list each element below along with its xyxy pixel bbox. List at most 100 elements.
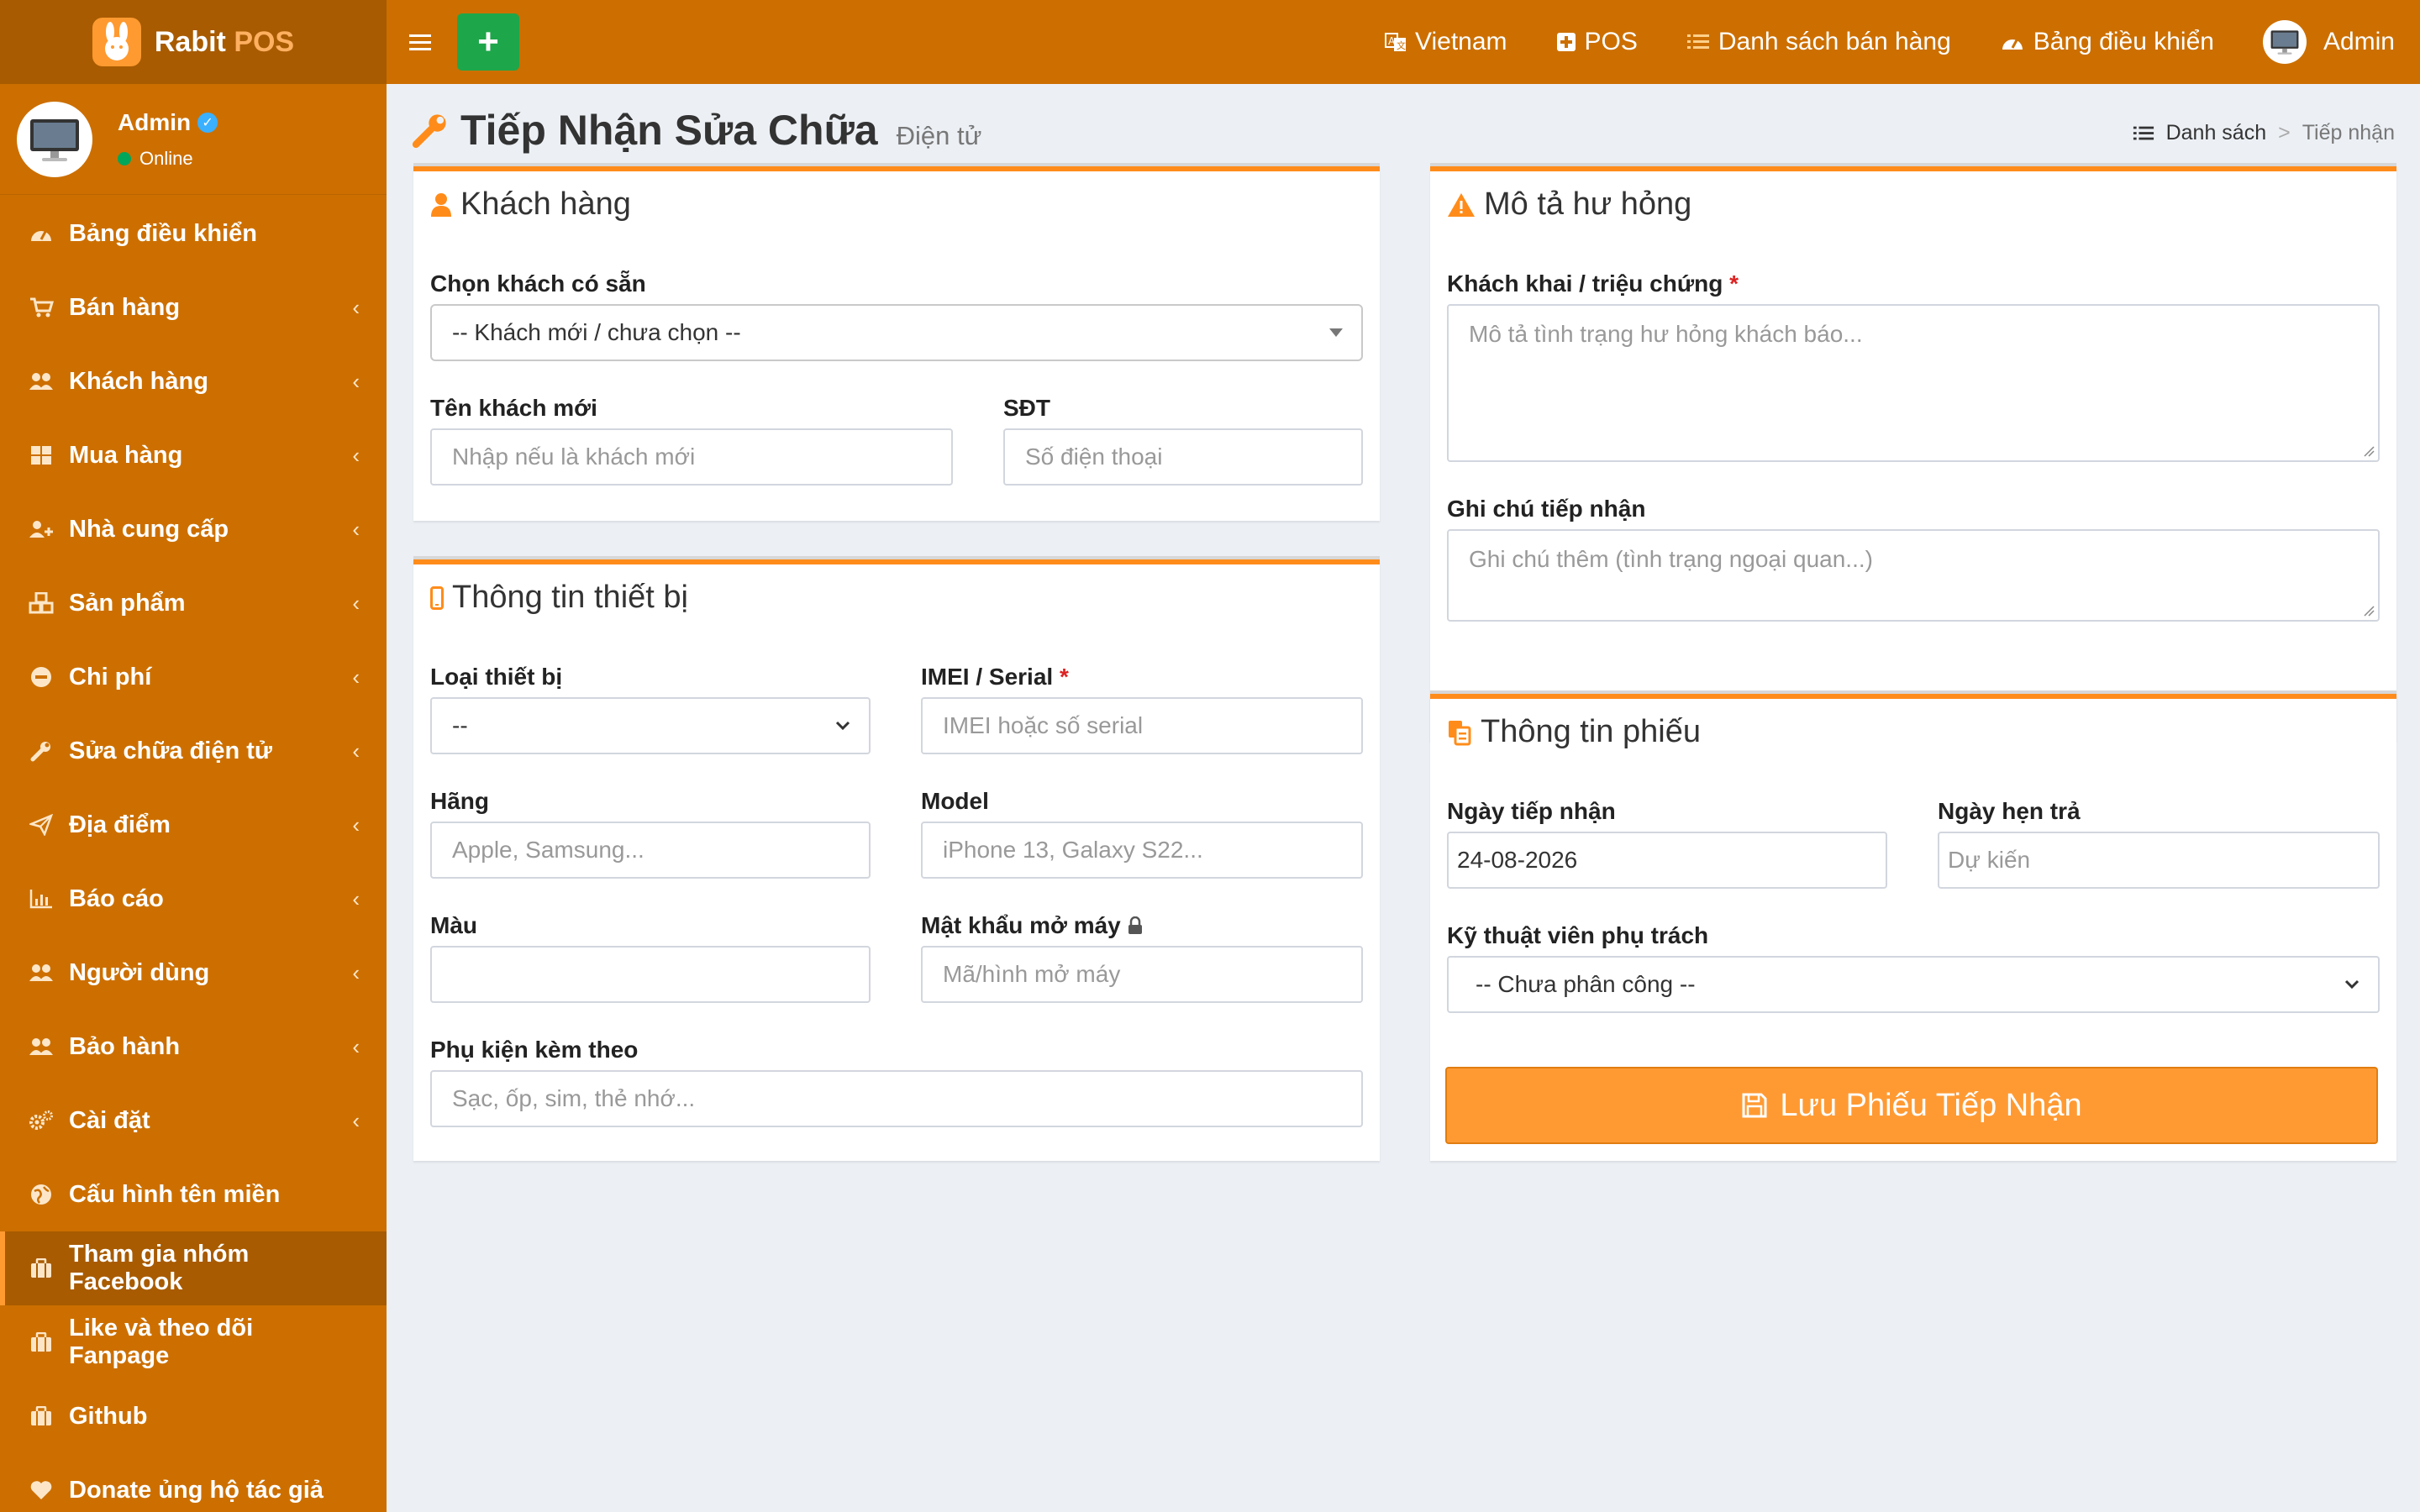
breadcrumb-list-link[interactable]: Danh sách (2166, 121, 2267, 145)
sidebar-item-users[interactable]: Người dùng ‹ (0, 936, 387, 1010)
model-label: Model (921, 788, 989, 814)
briefcase-icon (29, 1404, 54, 1429)
technician-label: Kỹ thuật viên phụ trách (1447, 922, 1709, 948)
model-input[interactable]: iPhone 13, Galaxy S22... (921, 822, 1363, 879)
sidebar-item-label: Cấu hình tên miền (69, 1180, 281, 1208)
sidebar-item-label: Địa điểm (69, 811, 171, 838)
user-status: Online (118, 148, 218, 170)
required-mark: * (1729, 270, 1739, 297)
unlock-password-input[interactable]: Mã/hình mở máy (921, 946, 1363, 1003)
chevron-down-icon (2344, 979, 2360, 990)
sidebar-toggle-button[interactable] (387, 0, 454, 84)
heart-icon (29, 1478, 54, 1503)
sidebar-item-label: Like và theo dõi Fanpage (69, 1315, 254, 1369)
sidebar-item-facebook-group[interactable]: Tham gia nhóm Facebook (0, 1231, 387, 1305)
received-date-input[interactable]: 24-08-2026 (1447, 832, 1887, 889)
color-input[interactable] (430, 946, 871, 1003)
sidebar-item-label: Bảng điều khiển (69, 219, 257, 247)
symptom-placeholder: Mô tả tình trạng hư hỏng khách báo... (1469, 321, 1863, 347)
users-icon (29, 1034, 54, 1059)
bar-chart-icon (29, 886, 54, 911)
device-type-select[interactable]: -- (430, 697, 871, 754)
unlock-password-placeholder: Mã/hình mở máy (943, 961, 1121, 987)
sidebar-item-fanpage[interactable]: Like và theo dõi Fanpage (0, 1305, 387, 1379)
unlock-password-label-text: Mật khẩu mở máy (921, 912, 1121, 938)
device-box: Thông tin thiết bị Loại thiết bị -- IMEI… (413, 556, 1380, 1161)
chevron-left-icon: ‹ (352, 294, 360, 320)
avatar (17, 101, 92, 177)
sidebar-item-customers[interactable]: Khách hàng ‹ (0, 344, 387, 418)
sidebar-item-label: Người dùng (69, 958, 210, 986)
nav-pos-label: POS (1584, 28, 1638, 55)
customer-select[interactable]: -- Khách mới / chưa chọn -- (430, 304, 1363, 361)
imei-input[interactable]: IMEI hoặc số serial (921, 697, 1363, 754)
sidebar-item-purchases[interactable]: Mua hàng ‹ (0, 418, 387, 492)
sidebar-item-settings[interactable]: Cài đặt ‹ (0, 1084, 387, 1158)
required-mark: * (1059, 664, 1069, 690)
sidebar-item-repair[interactable]: Sửa chữa điện tử ‹ (0, 714, 387, 788)
save-ticket-button[interactable]: Lưu Phiếu Tiếp Nhận (1445, 1067, 2378, 1144)
sidebar-item-reports[interactable]: Báo cáo ‹ (0, 862, 387, 936)
device-box-title-text: Thông tin thiết bị (452, 580, 688, 615)
device-type-value: -- (452, 712, 468, 738)
breadcrumb-current: Tiếp nhận (2302, 121, 2395, 144)
new-customer-name-input[interactable]: Nhập nếu là khách mới (430, 428, 953, 486)
top-nav-links: A文 Vietnam POS Danh sách bán hàng Bảng đ… (1336, 0, 2420, 84)
chevron-left-icon: ‹ (352, 1033, 360, 1059)
sidebar-item-dashboard[interactable]: Bảng điều khiển (0, 197, 387, 270)
gears-icon (29, 1108, 54, 1133)
sidebar-item-products[interactable]: Sản phẩm ‹ (0, 566, 387, 640)
sidebar-item-suppliers[interactable]: Nhà cung cấp ‹ (0, 492, 387, 566)
nav-language[interactable]: A文 Vietnam (1385, 28, 1507, 56)
dashboard-icon (2002, 38, 2023, 50)
users-icon (29, 960, 54, 985)
unlock-password-label: Mật khẩu mở máy (921, 912, 1143, 939)
save-ticket-label: Lưu Phiếu Tiếp Nhận (1780, 1087, 2082, 1123)
sidebar-item-label: Github (69, 1402, 148, 1430)
add-button[interactable]: + (457, 13, 519, 71)
sidebar-item-warranty[interactable]: Bảo hành ‹ (0, 1010, 387, 1084)
sidebar-item-label: Tham gia nhóm Facebook (69, 1241, 250, 1295)
user-name: Admin ✓ (118, 109, 218, 136)
nav-pos[interactable]: POS (1556, 28, 1638, 56)
chevron-left-icon: ‹ (352, 1107, 360, 1133)
translate-icon: A文 (1385, 33, 1407, 51)
symptom-textarea[interactable]: Mô tả tình trạng hư hỏng khách báo... (1447, 304, 2380, 462)
brand-input[interactable]: Apple, Samsung... (430, 822, 871, 879)
received-date-value: 24-08-2026 (1457, 847, 1578, 873)
accessories-label: Phụ kiện kèm theo (430, 1037, 639, 1063)
customer-select-label: Chọn khách có sẵn (430, 270, 646, 297)
intake-note-textarea[interactable]: Ghi chú thêm (tình trạng ngoại quan...) (1447, 529, 2380, 622)
sidebar-item-domain-config[interactable]: Cấu hình tên miền (0, 1158, 387, 1231)
resize-handle-icon[interactable] (2363, 445, 2375, 457)
return-date-input[interactable]: Dự kiến (1938, 832, 2380, 889)
imei-label-text: IMEI / Serial (921, 664, 1054, 690)
user-icon (431, 192, 451, 217)
nav-dashboard[interactable]: Bảng điều khiển (2000, 28, 2214, 56)
nav-sales-list[interactable]: Danh sách bán hàng (1686, 28, 1951, 56)
wrench-icon (29, 738, 54, 764)
user-plus-icon (29, 517, 54, 542)
accessories-input[interactable]: Sạc, ốp, sim, thẻ nhớ... (430, 1070, 1363, 1127)
avatar (2262, 20, 2307, 64)
minus-circle-icon (29, 664, 54, 690)
sidebar-item-expenses[interactable]: Chi phí ‹ (0, 640, 387, 714)
nav-user-menu[interactable]: Admin (2262, 20, 2395, 64)
logo[interactable]: Rabit POS (0, 0, 387, 84)
sidebar-item-locations[interactable]: Địa điểm ‹ (0, 788, 387, 862)
chevron-down-icon (835, 721, 850, 731)
sidebar-item-github[interactable]: Github (0, 1379, 387, 1453)
page-header: Tiếp Nhận Sửa Chữa Điện tử (412, 106, 981, 155)
brand-label: Hãng (430, 788, 489, 814)
customer-select-value: -- Khách mới / chưa chọn -- (452, 319, 741, 345)
sidebar-item-donate[interactable]: Donate ủng hộ tác giả (0, 1453, 387, 1512)
lock-icon (1128, 916, 1142, 934)
breadcrumb: Danh sách > Tiếp nhận (2133, 121, 2395, 145)
technician-select[interactable]: -- Chưa phân công -- (1447, 956, 2380, 1013)
sidebar-item-sales[interactable]: Bán hàng ‹ (0, 270, 387, 344)
customer-box-title-text: Khách hàng (460, 186, 631, 222)
hamburger-icon (409, 34, 431, 50)
model-placeholder: iPhone 13, Galaxy S22... (943, 837, 1203, 863)
phone-input[interactable]: Số điện thoại (1003, 428, 1363, 486)
resize-handle-icon[interactable] (2363, 605, 2375, 617)
